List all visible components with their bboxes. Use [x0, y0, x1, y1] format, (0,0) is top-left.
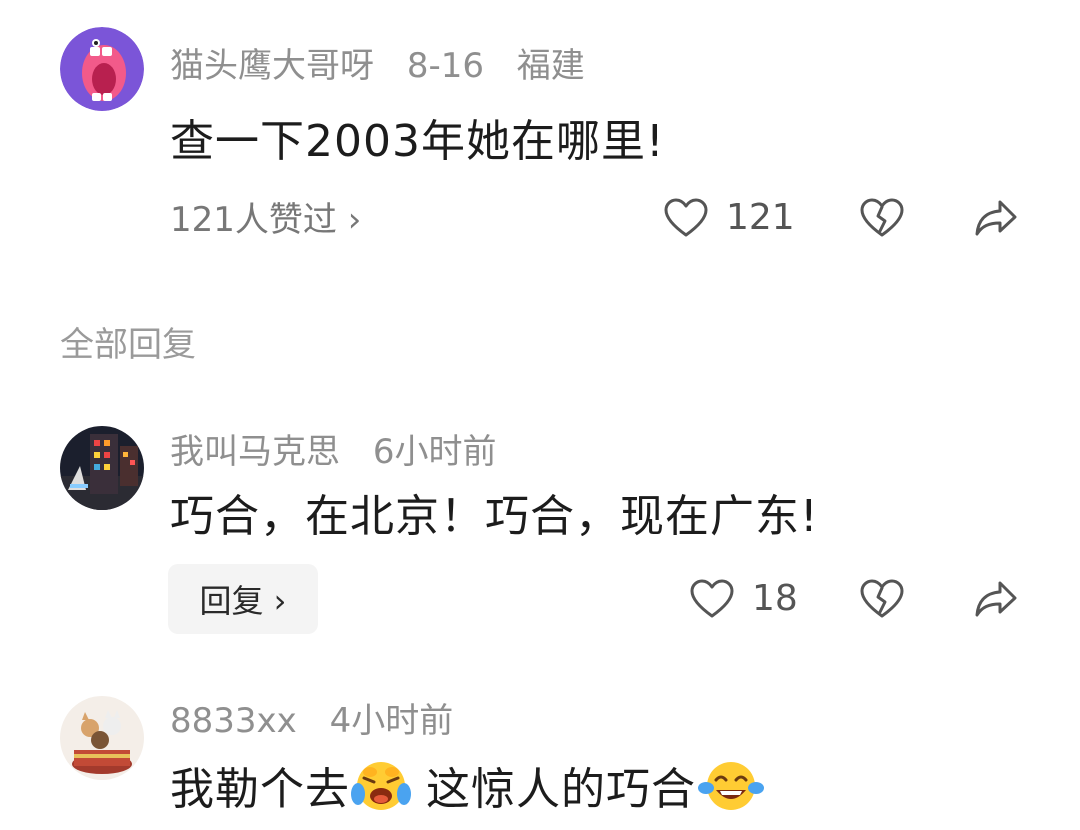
dislike-button-reply-1[interactable]: [860, 579, 904, 619]
reply-2-time: 4小时前: [329, 701, 454, 741]
heart-outline-icon: [664, 198, 708, 238]
laughing-crying-emoji-icon: [350, 758, 412, 824]
reply-2-meta: 8833xx 4小时前: [170, 701, 475, 741]
tears-of-joy-emoji-icon: [696, 758, 766, 824]
main-comment-location: 福建: [516, 46, 585, 86]
heart-outline-icon: [690, 579, 734, 619]
broken-heart-icon: [860, 198, 904, 238]
main-comment-time: 8-16: [406, 46, 484, 86]
reply-1-reply-button[interactable]: 回复 ›: [168, 564, 318, 634]
share-button-reply-1[interactable]: [974, 579, 1018, 619]
reply-2-text-part1: 我勒个去: [170, 764, 350, 815]
reply-1-meta: 我叫马克思 6小时前: [170, 432, 518, 472]
avatar-main-commenter[interactable]: [60, 27, 144, 111]
share-arrow-icon: [974, 579, 1018, 619]
main-comment-text: 查一下2003年她在哪里!: [170, 116, 665, 167]
main-comment-meta: 猫头鹰大哥呀 8-16 福建: [170, 46, 607, 86]
avatar-reply-2[interactable]: [60, 696, 144, 780]
like-button-main[interactable]: 121: [664, 198, 795, 238]
reply-2-text-part2: 这惊人的巧合: [426, 764, 696, 815]
like-button-reply-1[interactable]: 18: [690, 579, 798, 619]
share-button-main[interactable]: [974, 198, 1018, 238]
likers-link[interactable]: 121人赞过 ›: [170, 200, 361, 240]
avatar-reply-1[interactable]: [60, 426, 144, 510]
like-count-main: 121: [726, 197, 795, 238]
reply-2-text: 我勒个去 这惊人的巧合: [170, 758, 766, 824]
share-arrow-icon: [974, 198, 1018, 238]
reply-1-time: 6小时前: [372, 432, 497, 472]
reply-1-text: 巧合，在北京！巧合，现在广东!: [170, 491, 819, 542]
main-comment-username[interactable]: 猫头鹰大哥呀: [170, 46, 374, 86]
reply-2-username[interactable]: 8833xx: [170, 701, 297, 741]
dislike-button-main[interactable]: [860, 198, 904, 238]
reply-1-username[interactable]: 我叫马克思: [170, 432, 340, 472]
like-count-reply-1: 18: [752, 578, 798, 619]
broken-heart-icon: [860, 579, 904, 619]
all-replies-title: 全部回复: [60, 325, 196, 365]
